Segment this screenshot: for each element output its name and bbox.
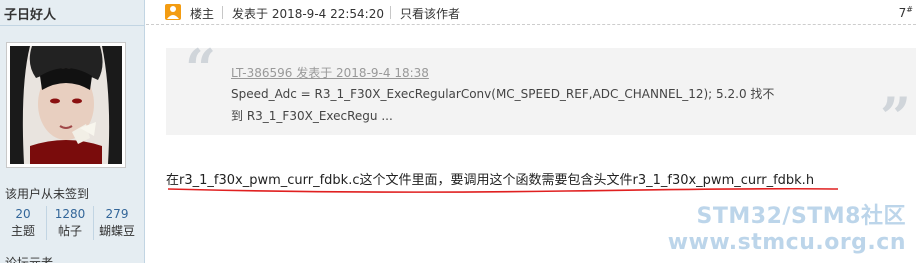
watermark-url: www.stmcu.org.cn <box>667 230 906 255</box>
quote-text-line: 到 R3_1_F30X_ExecRegu ... <box>231 109 393 123</box>
stat-beans-label: 蝴蝶豆 <box>98 224 135 238</box>
divider <box>0 25 145 26</box>
close-quote-icon: ” <box>880 85 912 149</box>
user-rank: 论坛元老 <box>5 256 54 263</box>
quote-source-link[interactable]: LT-386596 发表于 2018-9-4 18:38 <box>231 64 429 81</box>
avatar-image <box>10 46 122 164</box>
watermark-title: STM32/STM8社区 <box>696 204 906 229</box>
floor-suffix: # <box>906 5 913 14</box>
stat-posts-value[interactable]: 1280 <box>47 206 93 223</box>
quote-block: “ ” LT-386596 发表于 2018-9-4 18:38 Speed_A… <box>166 42 916 144</box>
quote-text-line: Speed_Adc = R3_1_F30X_ExecRegularConv(MC… <box>231 87 775 101</box>
only-author-link[interactable]: 只看该作者 <box>400 5 460 22</box>
divider <box>222 6 223 19</box>
user-sidebar: 子日好人 该用户从未签到 20 主题 1280 帖子 279 蝴蝶豆 论坛元老 <box>0 0 145 263</box>
open-quote-icon: “ <box>185 37 217 101</box>
stat-posts-label: 帖子 <box>57 224 82 238</box>
watermark: STM32/STM8社区 www.stmcu.org.cn <box>668 204 906 256</box>
divider <box>390 6 391 19</box>
avatar[interactable] <box>6 42 126 168</box>
red-underline-annotation <box>167 187 839 193</box>
thread-starter-icon <box>165 4 181 20</box>
user-stats: 20 主题 1280 帖子 279 蝴蝶豆 <box>0 206 140 240</box>
stat-beans-value[interactable]: 279 <box>94 206 140 223</box>
username[interactable]: 子日好人 <box>4 4 56 23</box>
author-role: 楼主 <box>190 7 215 21</box>
stat-threads[interactable]: 20 主题 <box>0 206 46 240</box>
floor-number[interactable]: 7# <box>899 5 913 20</box>
stat-threads-value[interactable]: 20 <box>0 206 46 223</box>
stat-threads-label: 主题 <box>10 224 35 238</box>
stat-beans[interactable]: 279 蝴蝶豆 <box>93 206 140 240</box>
sign-in-status: 该用户从未签到 <box>5 187 90 201</box>
stat-posts[interactable]: 1280 帖子 <box>46 206 93 240</box>
post-header: 楼主 发表于 2018-9-4 22:54:20 只看该作者 7# <box>146 0 916 25</box>
post-time: 发表于 2018-9-4 22:54:20 <box>232 7 384 21</box>
